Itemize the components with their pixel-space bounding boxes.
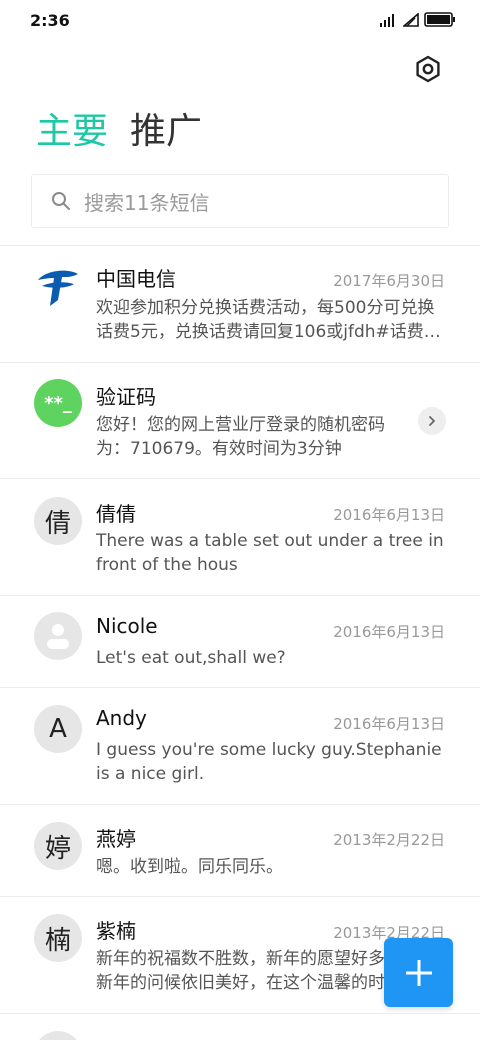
settings-button[interactable]: [412, 53, 444, 85]
person-placeholder-icon: [47, 624, 69, 649]
conversation-item[interactable]: [0, 1013, 480, 1040]
conversation-preview: 您好！您的网上营业厅登录的随机密码为：710679。有效时间为3分钟: [96, 415, 385, 459]
conversation-date: 2016年6月13日: [333, 623, 445, 641]
avatar: [34, 1031, 82, 1040]
conversation-item[interactable]: 中国电信 2017年6月30日 欢迎参加积分兑换话费活动，每500分可兑换话费5…: [0, 245, 480, 362]
hexagon-settings-icon: [416, 55, 440, 83]
plus-icon: [405, 959, 432, 986]
conversation-name: 倩倩: [96, 502, 136, 526]
avatar-text: 楠: [44, 925, 71, 956]
conversation-name: Andy: [96, 706, 147, 730]
conversation-item[interactable]: A Andy 2016年6月13日 I guess you're some lu…: [0, 687, 480, 804]
expand-button[interactable]: [418, 407, 446, 435]
conversation-preview: Let's eat out,shall we?: [96, 648, 286, 668]
china-telecom-logo: [38, 270, 78, 306]
avatar: [34, 262, 82, 310]
tab-primary[interactable]: 主要: [36, 106, 108, 158]
conversation-name: 中国电信: [96, 267, 176, 291]
conversation-date: 2016年6月13日: [333, 506, 445, 524]
conversation-preview: I guess you're some lucky guy.Stephanie …: [96, 740, 442, 784]
conversation-preview: 嗯。收到啦。同乐同乐。: [96, 857, 283, 877]
chevron-right-icon: [429, 416, 435, 426]
conversation-preview: 欢迎参加积分兑换话费活动，每500分可兑换话费5元，兑换话费请回复106或jfd…: [96, 298, 441, 342]
conversation-name: 验证码: [96, 385, 156, 409]
conversation-name: 紫楠: [96, 919, 136, 943]
conversation-item[interactable]: **_ 验证码 您好！您的网上营业厅登录的随机密码为：710679。有效时间为3…: [0, 362, 480, 478]
status-time: 2:36: [30, 11, 70, 30]
avatar: 婷: [34, 822, 82, 870]
avatar: **_: [34, 379, 82, 427]
conversation-date: 2013年2月22日: [333, 831, 445, 849]
conversation-item[interactable]: 婷 燕婷 2013年2月22日 嗯。收到啦。同乐同乐。: [0, 804, 480, 896]
conversation-name: Nicole: [96, 614, 158, 638]
avatar-text: 婷: [44, 833, 71, 864]
conversation-date: 2016年6月13日: [333, 715, 445, 733]
tab-bar: 主要 推广: [36, 106, 202, 158]
message-list: 中国电信 2017年6月30日 欢迎参加积分兑换话费活动，每500分可兑换话费5…: [0, 245, 480, 1040]
avatar: A: [34, 705, 82, 753]
search-input[interactable]: 搜索11条短信: [31, 174, 449, 228]
wifi-icon: [403, 12, 419, 27]
status-bar: 2:36: [0, 0, 480, 42]
conversation-name: 燕婷: [96, 827, 136, 851]
new-message-button[interactable]: [384, 938, 453, 1007]
avatar: 楠: [34, 914, 82, 962]
avatar-text: A: [49, 714, 67, 744]
signal-icon: [380, 13, 394, 27]
search-placeholder: 搜索11条短信: [84, 190, 210, 215]
battery-icon: [424, 12, 455, 27]
conversation-item[interactable]: Nicole 2016年6月13日 Let's eat out,shall we…: [0, 595, 480, 687]
conversation-preview: There was a table set out under a tree i…: [96, 531, 444, 575]
tab-promotions[interactable]: 推广: [130, 106, 202, 158]
avatar: 倩: [34, 497, 82, 545]
conversation-item[interactable]: 倩 倩倩 2016年6月13日 There was a table set ou…: [0, 478, 480, 595]
conversation-date: 2017年6月30日: [333, 272, 445, 290]
avatar: [34, 612, 82, 660]
avatar-text: **_: [44, 392, 72, 414]
status-icons: [380, 12, 456, 27]
avatar-text: 倩: [44, 508, 71, 539]
search-icon: [52, 192, 70, 210]
